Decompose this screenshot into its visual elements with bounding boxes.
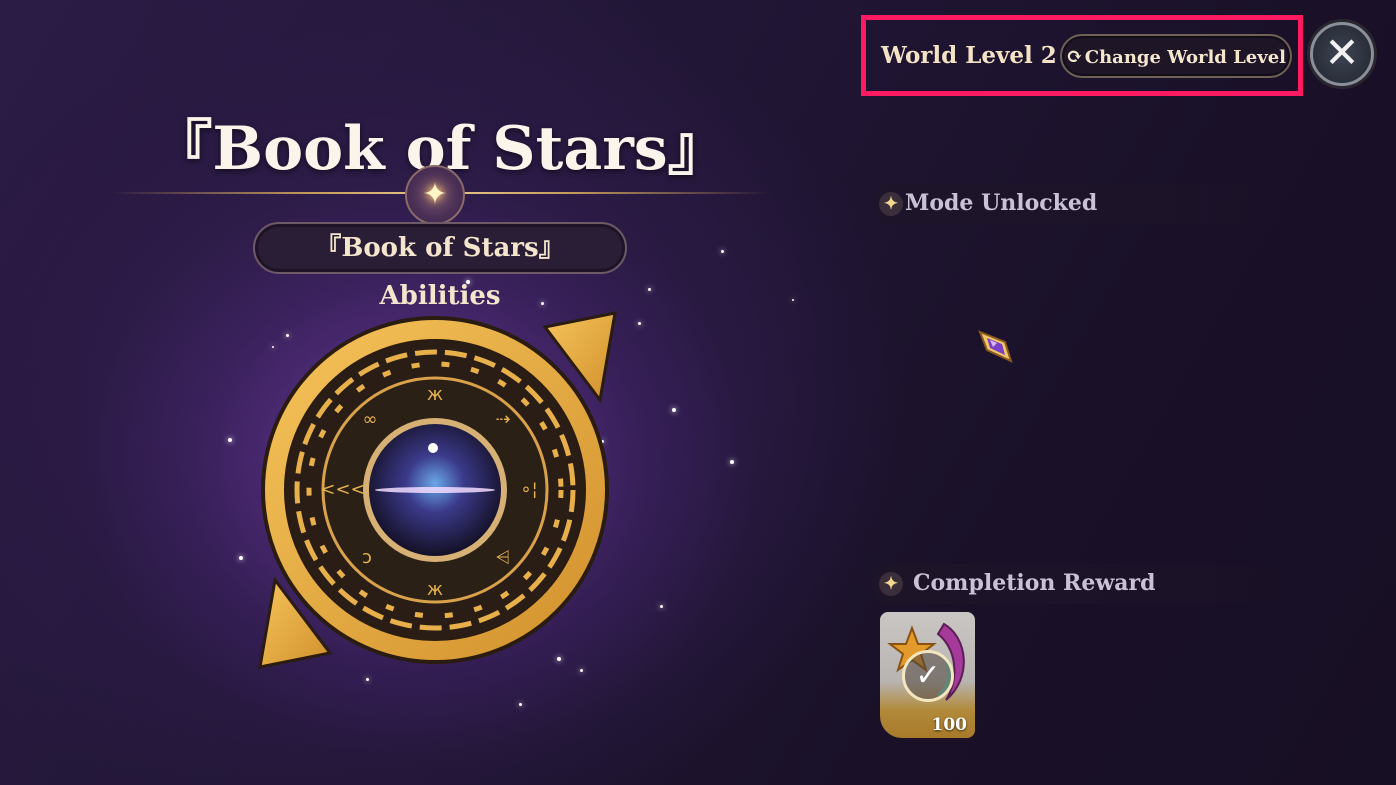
change-world-level-button[interactable]: ⟳ Change World Level — [1060, 34, 1292, 78]
reward-card[interactable]: ✓ 100 — [880, 612, 975, 738]
svg-text:ж: ж — [427, 384, 443, 405]
svg-text:∞: ∞ — [363, 409, 378, 430]
mode-unlocked-header: ✦ Mode Unlocked — [871, 184, 1286, 224]
world-level-label: World Level 2 — [881, 42, 1057, 69]
svg-text:⩤: ⩤ — [496, 547, 510, 568]
svg-text:∘¦: ∘¦ — [520, 479, 537, 500]
completion-reward-label: Completion Reward — [913, 570, 1156, 596]
refresh-icon: ⟳ — [1065, 44, 1083, 68]
check-icon: ✓ — [902, 650, 954, 702]
world-level-panel: World Level 2 ⟳ Change World Level — [861, 15, 1303, 96]
close-icon: ✕ — [1324, 28, 1360, 77]
sparkle-icon: ✦ — [879, 572, 903, 596]
reward-quantity: 100 — [931, 715, 968, 735]
change-world-level-label: Change World Level — [1084, 47, 1287, 68]
svg-text:<<<: <<< — [320, 479, 365, 500]
svg-text:⇢: ⇢ — [495, 409, 510, 430]
close-button[interactable]: ✕ — [1310, 22, 1374, 86]
sparkle-icon — [405, 165, 465, 225]
svg-text:ж: ж — [427, 579, 443, 600]
completion-reward-header: ✦ Completion Reward — [871, 564, 1286, 604]
crystal-icon[interactable] — [975, 328, 1015, 366]
sparkle-icon: ✦ — [879, 192, 903, 216]
abilities-button[interactable]: 『Book of Stars』 Abilities — [253, 222, 627, 311]
mode-unlocked-label: Mode Unlocked — [905, 190, 1098, 216]
book-of-stars-disc: ж ж <<< ∘¦ ∞ ⇢ ⩤ ↄ — [255, 305, 620, 675]
svg-text:ↄ: ↄ — [362, 547, 372, 568]
